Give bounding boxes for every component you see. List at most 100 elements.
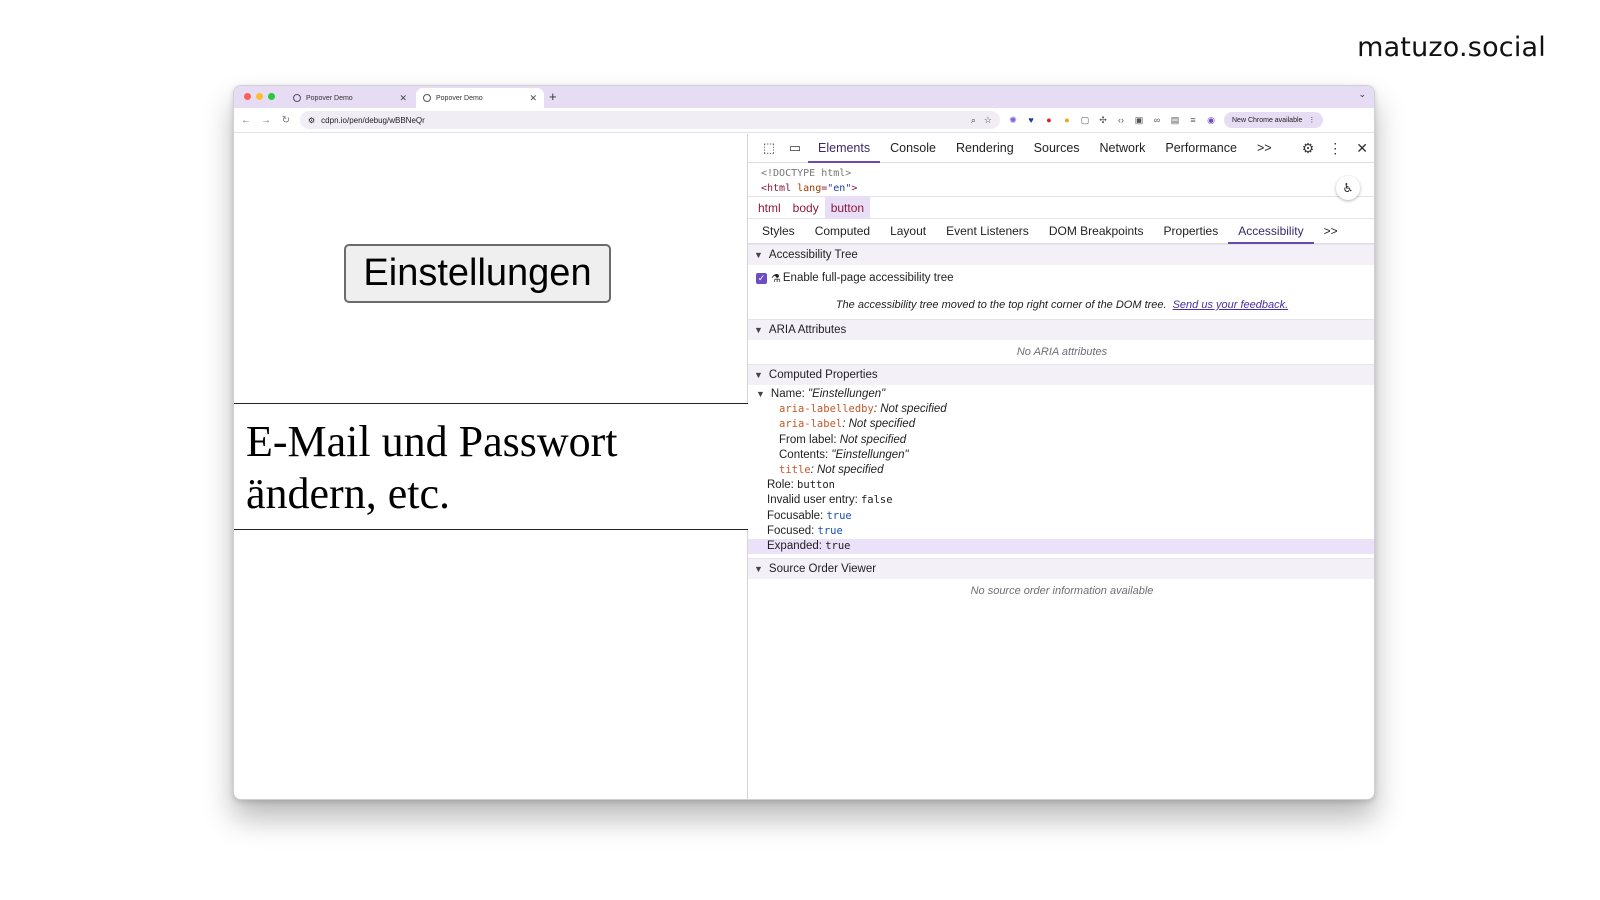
prop-aria-label: aria-label: Not specified xyxy=(779,418,916,431)
feedback-link[interactable]: Send us your feedback. xyxy=(1173,299,1289,311)
close-tab-icon[interactable]: ✕ xyxy=(529,93,537,104)
devtools-actions: ⚙ ⋮ ✕ xyxy=(1302,140,1368,157)
prop-role: Role: button xyxy=(767,479,835,492)
dom-tag-close: > xyxy=(851,183,858,194)
reload-icon[interactable]: ↻ xyxy=(280,115,292,126)
section-source-order-viewer[interactable]: ▼ Source Order Viewer xyxy=(748,558,1374,580)
tab-network[interactable]: Network xyxy=(1090,134,1156,163)
section-title: Accessibility Tree xyxy=(768,249,858,261)
breadcrumb-html[interactable]: html xyxy=(752,197,787,219)
dom-html-node[interactable]: <html lang="en"> xyxy=(761,181,1363,196)
prop-focusable: Focusable: true xyxy=(767,509,852,522)
close-tab-icon[interactable]: ✕ xyxy=(399,93,407,104)
close-window-button[interactable] xyxy=(244,93,251,100)
extension-icon[interactable]: ♥ xyxy=(1026,115,1036,125)
settings-gear-icon[interactable]: ⚙ xyxy=(1302,140,1315,157)
prop-title: title: Not specified xyxy=(779,463,884,476)
source-order-empty-message: No source order information available xyxy=(970,585,1154,598)
section-computed-properties[interactable]: ▼ Computed Properties xyxy=(748,364,1374,385)
breadcrumb-button[interactable]: button xyxy=(824,196,871,219)
code-icon[interactable]: ‹› xyxy=(1116,115,1126,125)
tab-event-listeners[interactable]: Event Listeners xyxy=(936,219,1039,244)
expand-triangle-icon: ▼ xyxy=(754,250,763,260)
tab-sources[interactable]: Sources xyxy=(1024,134,1090,163)
tab-computed[interactable]: Computed xyxy=(805,219,880,244)
close-devtools-icon[interactable]: ✕ xyxy=(1356,140,1368,157)
favicon-icon xyxy=(423,94,431,102)
section-accessibility-tree[interactable]: ▼ Accessibility Tree xyxy=(748,244,1374,265)
browser-toolbar: ← → ↻ ⚙ cdpn.io/pen/debug/wBBNeQr ⌕ ☆ ✺ … xyxy=(234,108,1374,133)
extension-icon[interactable]: ● xyxy=(1044,115,1054,125)
dom-attr-value: "en" xyxy=(827,183,852,194)
traffic-lights xyxy=(244,93,275,100)
browser-tab[interactable]: Popover Demo ✕ xyxy=(286,88,414,108)
tab-elements[interactable]: Elements xyxy=(808,134,881,163)
breadcrumb: html body button xyxy=(748,196,1374,219)
section-aria-attributes[interactable]: ▼ ARIA Attributes xyxy=(748,319,1374,340)
extensions-puzzle-icon[interactable]: ✣ xyxy=(1098,115,1108,125)
enable-tree-checkbox[interactable]: ✓ xyxy=(756,272,767,284)
extension-icon[interactable]: ▣ xyxy=(1134,115,1144,125)
expand-triangle-icon: ▼ xyxy=(756,389,765,399)
extension-icon[interactable]: ● xyxy=(1062,115,1072,125)
bookmark-star-icon[interactable]: ☆ xyxy=(984,115,992,126)
browser-window: Popover Demo ✕ Popover Demo ✕ + ⌄ ← → ↻ … xyxy=(233,85,1375,800)
tab-search-icon[interactable]: ⌄ xyxy=(1358,89,1366,100)
computed-properties-list: ▼ Name: "Einstellungen" aria-labelledby: … xyxy=(748,385,1374,558)
tab-styles[interactable]: Styles xyxy=(752,219,805,244)
link-icon[interactable]: ∞ xyxy=(1152,115,1162,125)
profile-icon[interactable]: ◉ xyxy=(1206,115,1216,125)
menu-dots-icon: ⋮ xyxy=(1308,117,1316,124)
extension-icon[interactable]: ✺ xyxy=(1008,115,1018,125)
tab-accessibility[interactable]: Accessibility xyxy=(1228,219,1314,244)
back-icon[interactable]: ← xyxy=(240,115,252,126)
prop-focused: Focused: true xyxy=(767,524,843,537)
prop-name[interactable]: ▼ Name: "Einstellungen" xyxy=(748,387,1374,402)
extension-icon[interactable]: ▢ xyxy=(1080,115,1090,125)
tab-rendering[interactable]: Rendering xyxy=(946,134,1024,163)
aria-empty-message: No ARIA attributes xyxy=(1016,346,1108,358)
extensions-area: ✺ ♥ ● ● ▢ ✣ ‹› ▣ ∞ ▤ ≡ ◉ xyxy=(1008,115,1216,125)
forward-icon[interactable]: → xyxy=(260,115,272,126)
tab-dom-breakpoints[interactable]: DOM Breakpoints xyxy=(1039,219,1154,244)
enable-tree-row[interactable]: ✓ ⚗ Enable full-page accessibility tree xyxy=(748,265,1374,291)
device-toolbar-icon[interactable]: ▭ xyxy=(782,140,808,156)
reading-list-icon[interactable]: ≡ xyxy=(1188,115,1198,125)
accessibility-tree-toggle-icon[interactable]: ♿ xyxy=(1336,176,1360,200)
note-text: The accessibility tree moved to the top … xyxy=(835,299,1167,311)
tab-layout[interactable]: Layout xyxy=(880,219,936,244)
prop-contents: Contents: "Einstellungen" xyxy=(779,448,909,461)
tab-properties[interactable]: Properties xyxy=(1154,219,1229,244)
new-chrome-button[interactable]: New Chrome available ⋮ xyxy=(1224,112,1324,128)
expand-triangle-icon: ▼ xyxy=(754,370,763,380)
tree-moved-note: The accessibility tree moved to the top … xyxy=(748,291,1374,319)
dom-doctype[interactable]: <!DOCTYPE html> xyxy=(761,166,1363,181)
prop-invalid-entry: Invalid user entry: false xyxy=(767,494,893,507)
popover: E-Mail und Passwort ändern, etc. xyxy=(234,403,749,530)
dom-attr-name: lang xyxy=(797,183,822,194)
browser-tab-active[interactable]: Popover Demo ✕ xyxy=(416,88,544,108)
prop-expanded[interactable]: Expanded: true xyxy=(748,538,1374,555)
tab-performance[interactable]: Performance xyxy=(1155,134,1247,163)
tab-title: Popover Demo xyxy=(306,94,353,102)
web-page: Einstellungen E-Mail und Passwort ändern… xyxy=(234,134,749,799)
more-tabs-button[interactable]: >> xyxy=(1247,134,1282,163)
breadcrumb-body[interactable]: body xyxy=(787,197,825,219)
zoom-window-button[interactable] xyxy=(268,93,275,100)
minimize-window-button[interactable] xyxy=(256,93,263,100)
new-chrome-label: New Chrome available xyxy=(1232,116,1303,124)
prop-from-label: From label: Not specified xyxy=(779,433,907,446)
zoom-icon[interactable]: ⌕ xyxy=(971,115,976,126)
url-text: cdpn.io/pen/debug/wBBNeQr xyxy=(321,115,425,125)
new-tab-button[interactable]: + xyxy=(549,89,557,104)
tab-console[interactable]: Console xyxy=(880,134,946,163)
inspect-element-icon[interactable]: ⬚ xyxy=(756,140,782,156)
einstellungen-button[interactable]: Einstellungen xyxy=(344,244,611,303)
more-options-icon[interactable]: ⋮ xyxy=(1328,140,1342,157)
section-title: Source Order Viewer xyxy=(768,563,877,576)
address-bar[interactable]: ⚙ cdpn.io/pen/debug/wBBNeQr ⌕ ☆ xyxy=(300,111,1000,129)
more-subtabs-button[interactable]: >> xyxy=(1314,219,1348,244)
site-info-icon[interactable]: ⚙ xyxy=(308,116,315,125)
translate-icon[interactable]: ▤ xyxy=(1170,115,1180,125)
dom-tree: <!DOCTYPE html> <html lang="en"> ♿ xyxy=(748,163,1374,200)
